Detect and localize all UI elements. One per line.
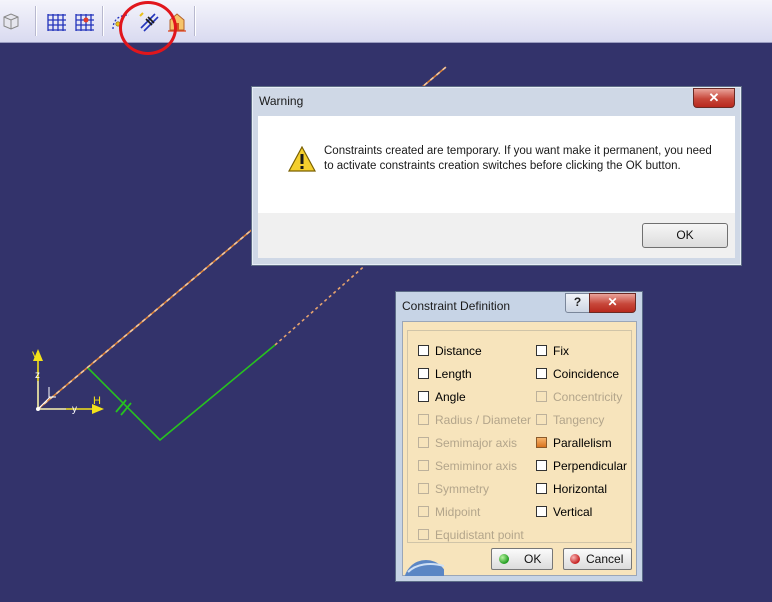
h-axis-label: H <box>93 395 101 407</box>
option-label: Length <box>435 367 472 381</box>
x-axis <box>37 396 51 410</box>
ok-label: OK <box>524 552 542 566</box>
warning-message: Constraints created are temporary. If yo… <box>324 145 712 172</box>
warning-ok-button[interactable]: OK <box>642 223 728 248</box>
origin-point <box>36 407 40 411</box>
option-label: Semimajor axis <box>435 436 518 450</box>
option-tangency: Tangency <box>536 412 604 428</box>
constraint-ok-button[interactable]: OK <box>491 548 553 570</box>
option-label: Distance <box>435 344 482 358</box>
checkbox <box>418 506 429 517</box>
help-button[interactable]: ? <box>565 293 590 313</box>
option-angle[interactable]: Angle <box>418 389 466 405</box>
option-label: Angle <box>435 390 466 404</box>
option-horizontal[interactable]: Horizontal <box>536 481 607 497</box>
constraint-definition-dialog: Constraint Definition ? ✕ Distance Lengt… <box>395 291 643 582</box>
checkbox[interactable] <box>536 506 547 517</box>
grid-icon[interactable] <box>46 11 68 33</box>
cancel-icon <box>570 554 580 564</box>
option-label: Perpendicular <box>553 459 628 473</box>
z-axis-label: z <box>35 370 40 381</box>
option-label: Parallelism <box>553 436 612 450</box>
checkbox <box>418 529 429 540</box>
option-label: Equidistant point <box>435 528 524 542</box>
checkbox[interactable] <box>536 368 547 379</box>
option-perpendicular[interactable]: Perpendicular <box>536 458 627 474</box>
snap-to-grid-icon[interactable] <box>74 11 96 33</box>
option-label: Tangency <box>553 413 605 427</box>
option-label: Vertical <box>553 505 593 519</box>
option-radius-diameter: Radius / Diameter <box>418 412 531 428</box>
parallelism-symbol <box>115 399 132 416</box>
option-concentricity: Concentricity <box>536 389 622 405</box>
checkbox <box>418 437 429 448</box>
option-semimajor-axis: Semimajor axis <box>418 435 517 451</box>
v-axis-label: V <box>32 350 40 362</box>
option-label: Horizontal <box>553 482 608 496</box>
option-label: Radius / Diameter <box>435 413 532 427</box>
cancel-label: Cancel <box>586 552 624 566</box>
option-vertical[interactable]: Vertical <box>536 504 592 520</box>
y-axis-label: y <box>72 404 77 415</box>
option-length[interactable]: Length <box>418 366 472 382</box>
parallelism-constraint[interactable] <box>87 344 276 442</box>
constraint-close-button[interactable]: ✕ <box>589 293 636 313</box>
warning-dialog: Warning ✕ Constraints created are tempor… <box>251 86 742 266</box>
checkbox <box>536 414 547 425</box>
globe-icon <box>404 552 444 576</box>
option-distance[interactable]: Distance <box>418 343 482 359</box>
option-coincidence[interactable]: Coincidence <box>536 366 619 382</box>
checkbox[interactable] <box>418 368 429 379</box>
option-midpoint: Midpoint <box>418 504 480 520</box>
checkbox[interactable] <box>418 391 429 402</box>
warning-close-button[interactable]: ✕ <box>693 88 735 108</box>
option-label: Symmetry <box>435 482 489 496</box>
checkbox[interactable] <box>418 345 429 356</box>
option-label: Midpoint <box>435 505 481 519</box>
warning-dialog-body: Constraints created are temporary. If yo… <box>258 116 735 213</box>
option-semiminor-axis: Semiminor axis <box>418 458 517 474</box>
option-label: Semiminor axis <box>435 459 518 473</box>
option-equidistant-point: Equidistant point <box>418 527 524 543</box>
checkbox[interactable] <box>536 345 547 356</box>
warning-dialog-footer: OK <box>258 213 735 258</box>
3d-view-icon[interactable] <box>1 11 23 33</box>
checkbox[interactable] <box>536 483 547 494</box>
option-fix[interactable]: Fix <box>536 343 569 359</box>
ok-icon <box>499 554 509 564</box>
toolbar <box>0 0 772 55</box>
warning-icon <box>288 146 316 172</box>
constraint-dialog-panel: Distance Length Angle Radius / Diameter … <box>402 321 637 576</box>
option-label: Coincidence <box>553 367 620 381</box>
checkbox[interactable] <box>536 460 547 471</box>
constraint-options-frame: Distance Length Angle Radius / Diameter … <box>407 330 632 543</box>
warning-dialog-title: Warning <box>259 94 304 108</box>
option-parallelism[interactable]: Parallelism <box>536 435 612 451</box>
option-symmetry: Symmetry <box>418 481 489 497</box>
checkbox-checked[interactable] <box>536 437 547 448</box>
checkbox <box>418 483 429 494</box>
constraint-cancel-button[interactable]: Cancel <box>563 548 632 570</box>
constraint-dialog-title: Constraint Definition <box>402 299 511 313</box>
option-label: Fix <box>553 344 569 358</box>
checkbox <box>418 414 429 425</box>
checkbox <box>418 460 429 471</box>
option-label: Concentricity <box>553 390 623 404</box>
checkbox <box>536 391 547 402</box>
